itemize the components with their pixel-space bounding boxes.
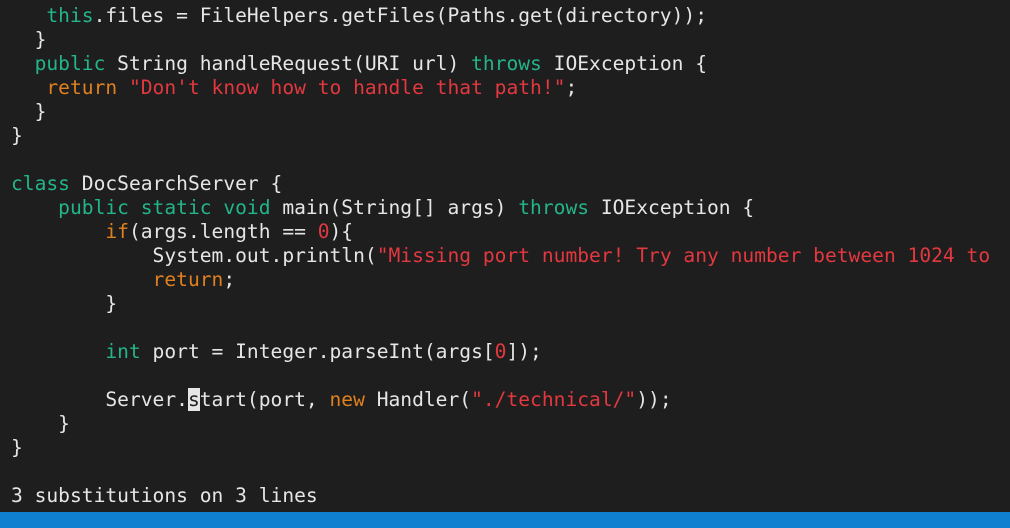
code-token-text: ; bbox=[565, 76, 578, 99]
code-token-text: Server. bbox=[11, 388, 188, 411]
code-line[interactable]: class DocSearchServer { bbox=[11, 172, 282, 196]
code-token-text: )); bbox=[636, 388, 672, 411]
code-token-number: 0 bbox=[494, 340, 507, 363]
code-token-kw-green: throws bbox=[518, 196, 590, 219]
code-token-text: String handleRequest(URI url) bbox=[105, 52, 472, 75]
code-token-text: ){ bbox=[329, 220, 354, 243]
terminal-bottom-bar bbox=[0, 512, 1010, 528]
code-line[interactable]: System.out.println("Missing port number!… bbox=[11, 244, 991, 268]
code-token-kw-green: public static void bbox=[11, 196, 271, 219]
code-token-text: DocSearchServer { bbox=[69, 172, 283, 195]
vim-command-line-message: 3 substitutions on 3 lines bbox=[11, 484, 318, 507]
code-token-text: } bbox=[11, 412, 70, 435]
code-token-text: System.out.println( bbox=[11, 244, 377, 267]
code-token-kw-green: throws bbox=[471, 52, 542, 75]
code-token-kw-orange: if bbox=[11, 220, 129, 243]
code-token-text: } bbox=[11, 124, 23, 147]
code-token-kw-green: this bbox=[11, 4, 94, 27]
code-token-text: ; bbox=[223, 268, 236, 291]
code-token-string: "./technical/" bbox=[471, 388, 637, 411]
code-line[interactable]: public static void main(String[] args) t… bbox=[11, 196, 754, 220]
code-line[interactable]: return; bbox=[11, 268, 236, 292]
code-token-text: Handler( bbox=[364, 388, 472, 411]
code-token-text: } bbox=[11, 436, 23, 459]
code-token-text: } bbox=[11, 28, 47, 51]
code-line[interactable]: if(args.length == 0){ bbox=[11, 220, 353, 244]
code-token-kw-orange: return bbox=[11, 268, 224, 291]
code-token-text: tart(port, bbox=[199, 388, 330, 411]
code-line[interactable]: } bbox=[11, 100, 47, 124]
code-line[interactable]: } bbox=[11, 124, 23, 148]
code-token-kw-orange: new bbox=[329, 388, 365, 411]
code-token-text: } bbox=[11, 292, 118, 315]
code-token-kw-green: class bbox=[11, 172, 70, 195]
code-token-kw-orange: return bbox=[11, 76, 118, 99]
code-line[interactable]: } bbox=[11, 292, 117, 316]
code-token-string: "Don't know how to handle that path!" bbox=[128, 76, 566, 99]
code-token-text: } bbox=[11, 100, 47, 123]
code-line[interactable]: } bbox=[11, 412, 70, 436]
code-token-kw-green: public bbox=[11, 52, 106, 75]
code-token-text: IOException { bbox=[541, 52, 708, 75]
code-editor[interactable]: this.files = FileHelpers.getFiles(Paths.… bbox=[0, 0, 1010, 512]
code-line[interactable]: this.files = FileHelpers.getFiles(Paths.… bbox=[11, 4, 707, 28]
code-token-kw-green: int bbox=[11, 340, 141, 363]
code-line[interactable]: } bbox=[11, 436, 23, 460]
code-token-text: port = Integer.parseInt(args[ bbox=[140, 340, 495, 363]
code-line[interactable]: public String handleRequest(URI url) thr… bbox=[11, 52, 707, 76]
code-token-text: (args.length == bbox=[128, 220, 318, 243]
code-token-text: main(String[] args) bbox=[270, 196, 519, 219]
code-token-number: 0 bbox=[317, 220, 330, 243]
code-line[interactable]: int port = Integer.parseInt(args[0]); bbox=[11, 340, 542, 364]
code-token-text: .files = FileHelpers.getFiles(Paths.get(… bbox=[93, 4, 707, 27]
code-line[interactable]: Server.start(port, new Handler("./techni… bbox=[11, 388, 672, 412]
code-token-text: ]); bbox=[506, 340, 542, 363]
code-line[interactable]: return "Don't know how to handle that pa… bbox=[11, 76, 577, 100]
code-line[interactable]: } bbox=[11, 28, 47, 52]
code-token-string: "Missing port number! Try any number bet… bbox=[376, 244, 991, 267]
text-cursor: s bbox=[187, 388, 200, 411]
code-token-text: IOException { bbox=[589, 196, 755, 219]
